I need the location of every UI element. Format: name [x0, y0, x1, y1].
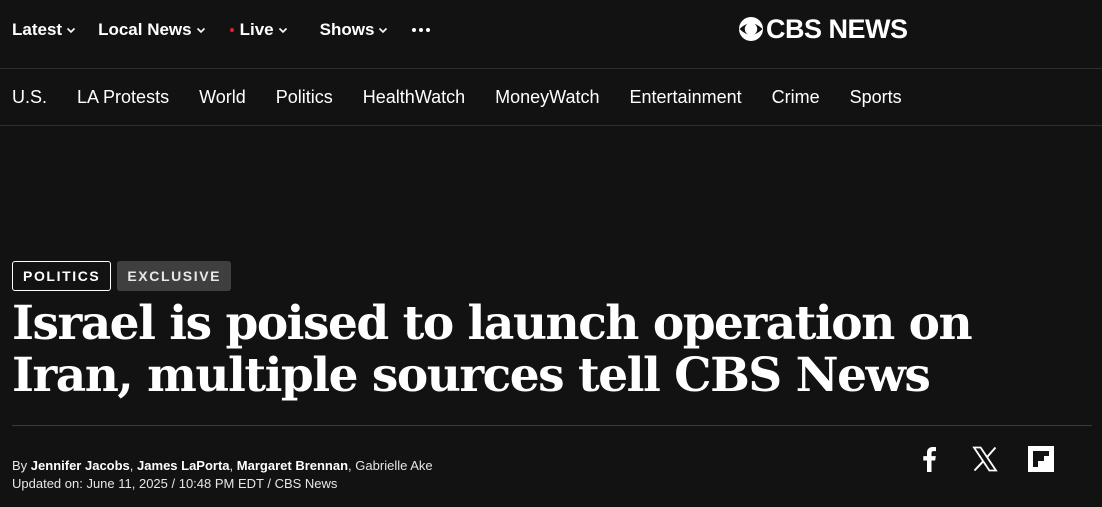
nav-live[interactable]: Live [228, 20, 288, 40]
section-nav: U.S. LA Protests World Politics HealthWa… [0, 69, 1102, 126]
flipboard-share-button[interactable] [1027, 445, 1055, 473]
facebook-share-button[interactable] [915, 445, 943, 473]
section-healthwatch[interactable]: HealthWatch [363, 87, 465, 108]
section-entertainment[interactable]: Entertainment [630, 87, 742, 108]
headline-line-1: Israel is poised to launch operation on [12, 296, 973, 351]
exclusive-badge: EXCLUSIVE [117, 261, 232, 291]
section-us[interactable]: U.S. [12, 87, 47, 108]
section-world[interactable]: World [199, 87, 246, 108]
section-moneywatch[interactable]: MoneyWatch [495, 87, 599, 108]
chevron-down-icon [379, 27, 388, 34]
x-share-button[interactable] [971, 445, 999, 473]
facebook-icon [923, 447, 936, 472]
section-sports[interactable]: Sports [850, 87, 902, 108]
chevron-down-icon [278, 27, 287, 34]
article-headline: Israel is poised to launch operation on … [12, 298, 1012, 402]
section-crime[interactable]: Crime [772, 87, 820, 108]
byline: By Jennifer Jacobs, James LaPorta, Marga… [12, 458, 433, 473]
chevron-down-icon [196, 27, 205, 34]
nav-shows-label: Shows [319, 20, 375, 39]
more-horizontal-icon[interactable] [412, 28, 431, 32]
nav-shows[interactable]: Shows [320, 20, 389, 40]
nav-live-label: Live [239, 20, 274, 39]
share-buttons [915, 445, 1055, 473]
cbs-eye-icon [739, 17, 763, 41]
chevron-down-icon [67, 27, 76, 34]
author-link[interactable]: Margaret Brennan [237, 458, 348, 473]
primary-nav: Latest Local News Live Shows [12, 0, 431, 60]
article-tags: POLITICS EXCLUSIVE [12, 261, 232, 291]
nav-local-news[interactable]: Local News [98, 20, 206, 40]
author-name: Gabrielle Ake [355, 458, 433, 473]
flipboard-icon [1028, 446, 1054, 472]
headline-line-2: Iran, multiple sources tell CBS News [12, 348, 931, 403]
nav-local-news-label: Local News [98, 20, 192, 39]
cbs-news-logo[interactable]: CBS NEWS [738, 14, 908, 44]
category-badge[interactable]: POLITICS [12, 261, 112, 291]
author-link[interactable]: Jennifer Jacobs [31, 458, 130, 473]
logo-wordmark: CBS NEWS [766, 14, 908, 44]
divider [12, 425, 1092, 426]
byline-prefix: By [12, 458, 28, 473]
nav-latest-label: Latest [12, 20, 63, 39]
x-icon [972, 446, 998, 472]
nav-latest[interactable]: Latest [12, 20, 76, 40]
updated-timestamp: Updated on: June 11, 2025 / 10:48 PM EDT… [12, 476, 338, 491]
author-link[interactable]: James LaPorta [137, 458, 230, 473]
section-la-protests[interactable]: LA Protests [77, 87, 169, 108]
live-indicator-dot [229, 28, 234, 32]
section-politics[interactable]: Politics [276, 87, 333, 108]
top-header: Latest Local News Live Shows CBS NEWS [0, 0, 1102, 69]
